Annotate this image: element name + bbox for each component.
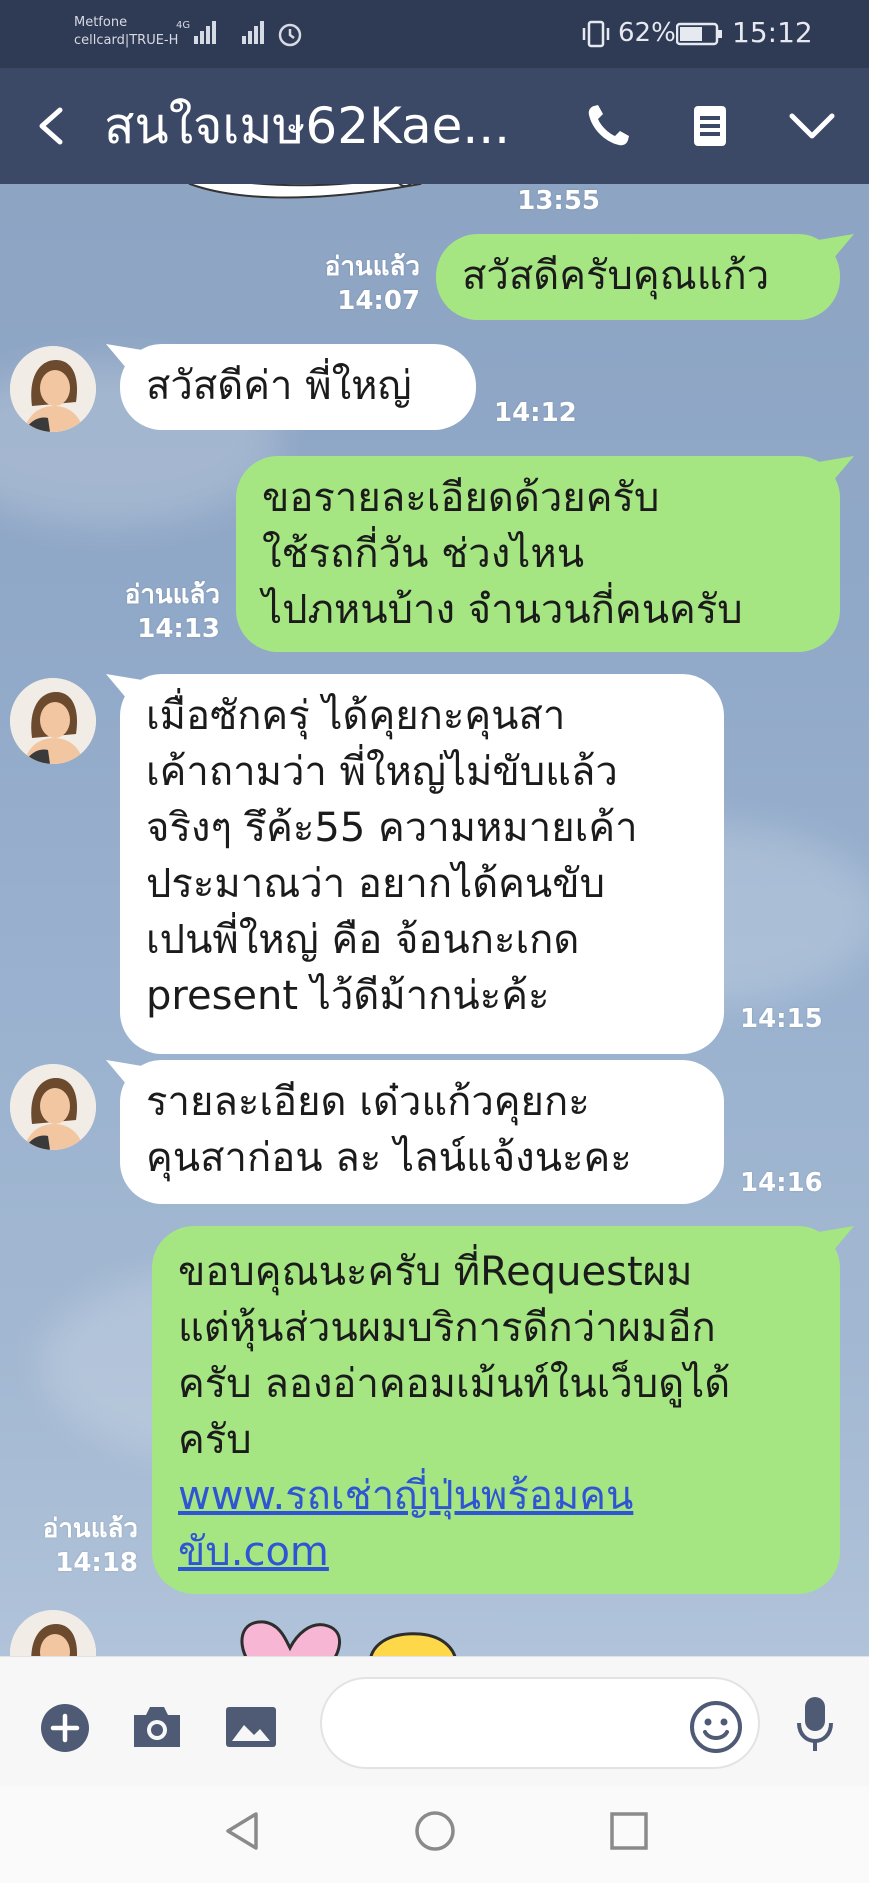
nav-home-button[interactable] (410, 1806, 460, 1860)
plus-icon (41, 1704, 89, 1752)
message-bubble-incoming[interactable]: รายละเอียด เด๋วแก้วคุยกะ คุนสาก่อน ละ ไล… (120, 1060, 724, 1204)
message-bubble-outgoing[interactable]: ขอบคุณนะครับ ที่Requestผม แต่หุ้นส่วนผมบ… (152, 1226, 840, 1594)
message-text-line: รายละเอียด เด๋วแก้วคุยกะ (146, 1079, 590, 1125)
clock: 15:12 (732, 16, 813, 49)
contact-avatar[interactable] (10, 1064, 96, 1150)
battery-icon (675, 22, 724, 50)
message-bubble-outgoing[interactable]: ขอรายละเอียดด้วยครับ ใช้รถกี่วัน ช่วงไหน… (236, 456, 840, 652)
add-attachment-button[interactable] (40, 1703, 90, 1757)
message-time: 14:12 (494, 398, 577, 428)
carrier-line-1: Metfone (74, 15, 128, 30)
chat-area[interactable]: 13:55 อ่านแล้ว 14:07 สวัสดีครับคุณแก้ว ส… (0, 184, 869, 1656)
nav-home-icon (415, 1811, 455, 1851)
signal-strength-icon: 4G (176, 18, 220, 50)
chat-header: สนใจเมษ62Kae... (0, 68, 869, 184)
system-nav-bar (0, 1786, 869, 1883)
website-link[interactable]: www.รถเช่าญี่ปุ่นพร้อมคน (178, 1468, 814, 1524)
message-text-line: present ไว้ดีม้ากน่ะค้ะ (146, 973, 550, 1019)
chevron-down-icon (789, 113, 835, 139)
message-time: 14:18 (55, 1548, 138, 1578)
message-text-line: ขอบคุณนะครับ ที่Requestผม (178, 1249, 693, 1295)
message-time: 14:07 (337, 286, 420, 316)
nav-recent-icon (610, 1812, 648, 1850)
chat-title[interactable]: สนใจเมษ62Kae... (104, 94, 544, 158)
read-receipt: อ่านแล้ว (42, 1514, 138, 1544)
message-time: 14:13 (137, 614, 220, 644)
sticker-image[interactable] (180, 184, 430, 204)
contact-avatar[interactable] (10, 346, 96, 432)
carrier-line-2: cellcard|TRUE-H (74, 33, 179, 48)
message-text-line: ขอรายละเอียดด้วยครับ (262, 475, 660, 521)
nav-recent-button[interactable] (606, 1808, 652, 1858)
message-text-line: เปนพี่ใหญ่ คือ จ้อนกะเกด (146, 917, 580, 963)
carrier-info: Metfone cellcard|TRUE-H (74, 14, 178, 50)
back-arrow-icon (39, 107, 63, 145)
nav-back-icon (226, 1812, 258, 1850)
message-text: สวัสดีครับคุณแก้ว (462, 253, 770, 299)
voice-message-button[interactable] (795, 1695, 835, 1759)
message-time: 14:15 (740, 1004, 823, 1034)
notes-icon (694, 106, 726, 146)
emoji-icon (690, 1701, 742, 1753)
microphone-icon (797, 1697, 833, 1751)
notes-button[interactable] (682, 98, 738, 154)
website-link[interactable]: ขับ.com (178, 1524, 814, 1580)
message-text-line: ไปภหนบ้าง จำนวนกี่คนครับ (262, 587, 743, 633)
alarm-icon (276, 20, 304, 52)
message-text-line: ประมาณว่า อยากได้คนขับ (146, 861, 606, 907)
vibrate-icon (580, 20, 612, 52)
message-time: 13:55 (517, 186, 600, 216)
message-bubble-incoming[interactable]: เมื่อซักครุ่ ได้คุยกะคุนสา เค้าถามว่า พี… (120, 674, 724, 1054)
sticker-image[interactable] (230, 1614, 460, 1656)
status-bar: Metfone cellcard|TRUE-H 4G 62% 15:12 (0, 0, 869, 68)
read-receipt: อ่านแล้ว (124, 580, 220, 610)
message-meta: อ่านแล้ว 14:18 (10, 1512, 138, 1580)
message-meta: อ่านแล้ว 14:07 (250, 250, 420, 318)
message-text: สวัสดีค่า พี่ใหญ่ (146, 363, 412, 409)
gallery-button[interactable] (224, 1701, 278, 1755)
message-text-line: จริงๆ รึค้ะ55 ความหมายเค้า (146, 805, 638, 851)
menu-toggle-button[interactable] (780, 98, 844, 154)
message-text-line: เมื่อซักครุ่ ได้คุยกะคุนสา (146, 693, 566, 739)
message-text-line: ครับ (178, 1417, 252, 1463)
message-text-line: ครับ ลองอ่าคอมเม้นท์ในเว็บดูได้ (178, 1361, 731, 1407)
network-type-label: 4G (176, 20, 190, 31)
message-bubble-incoming[interactable]: สวัสดีค่า พี่ใหญ่ (120, 344, 476, 430)
image-icon (226, 1707, 276, 1747)
message-input-bar (0, 1656, 869, 1786)
camera-button[interactable] (130, 1701, 184, 1755)
camera-icon (134, 1707, 180, 1747)
contact-avatar[interactable] (10, 1610, 96, 1656)
message-text-line: คุนสาก่อน ละ ไลน์แจ้งนะคะ (146, 1135, 632, 1181)
message-text-line: เค้าถามว่า พี่ใหญ่ไม่ขับแล้ว (146, 749, 618, 795)
emoji-button[interactable] (688, 1699, 744, 1759)
call-button[interactable] (580, 98, 636, 154)
signal-strength-2-icon (240, 18, 270, 50)
battery-percent: 62% (618, 18, 676, 48)
back-button[interactable] (24, 96, 80, 156)
nav-back-button[interactable] (218, 1806, 268, 1860)
message-meta: อ่านแล้ว 14:13 (90, 578, 220, 646)
phone-icon (588, 105, 629, 146)
message-bubble-outgoing[interactable]: สวัสดีครับคุณแก้ว (436, 234, 840, 320)
message-text-line: ใช้รถกี่วัน ช่วงไหน (262, 531, 585, 577)
contact-avatar[interactable] (10, 678, 96, 764)
read-receipt: อ่านแล้ว (324, 252, 420, 282)
message-text-line: แต่หุ้นส่วนผมบริการดีกว่าผมอีก (178, 1305, 716, 1351)
message-time: 14:16 (740, 1168, 823, 1198)
